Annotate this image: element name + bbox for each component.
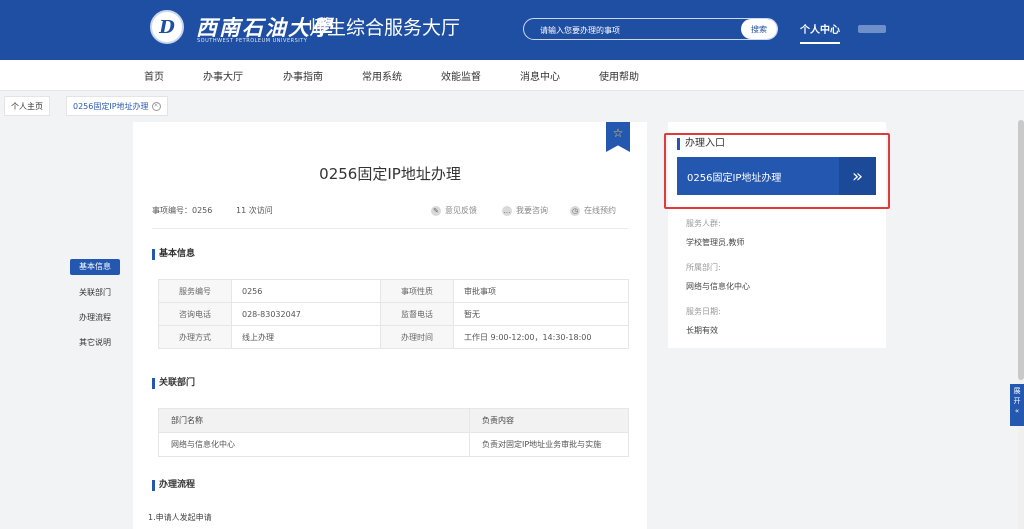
expand-panel-button[interactable]: 展 开 « (1010, 384, 1024, 426)
table-label: 办理方式 (158, 325, 232, 349)
table-header-cell: 负责内容 (469, 408, 629, 433)
university-logo-icon: D (150, 10, 184, 44)
user-name-placeholder[interactable] (858, 25, 886, 33)
side-nav-related-dept[interactable]: 关联部门 (70, 285, 120, 301)
table-label: 办理时间 (380, 325, 454, 349)
table-label: 事项性质 (380, 279, 454, 303)
table-value: 网络与信息化中心 (158, 432, 470, 457)
tab-current-item[interactable]: 0256固定IP地址办理 × (66, 96, 168, 116)
tab-personal-home[interactable]: 个人主页 (4, 96, 50, 116)
close-icon[interactable]: × (151, 102, 161, 111)
service-group-label: 服务人群: (686, 219, 721, 228)
main-nav: 首页 办事大厅 办事指南 常用系统 效能监督 消息中心 使用帮助 (0, 60, 1024, 91)
section-process: 办理流程 (152, 480, 195, 491)
search-input[interactable] (538, 21, 747, 39)
university-english-name: SOUTHWEST PETROLEUM UNIVERSITY (197, 38, 308, 44)
pencil-icon: ✎ (431, 206, 441, 216)
nav-common-systems[interactable]: 常用系统 (362, 68, 402, 83)
nav-message-center[interactable]: 消息中心 (520, 68, 560, 83)
nav-home[interactable]: 首页 (144, 68, 164, 83)
table-value: 工作日 9:00-12:00，14:30-18:00 (453, 325, 629, 349)
section-basic-info: 基本信息 (152, 249, 195, 260)
table-value: 0256 (231, 279, 381, 303)
chat-icon: … (502, 206, 512, 216)
site-title: 师生综合服务大厅 (308, 17, 461, 39)
double-chevron-left-icon: « (1014, 407, 1020, 415)
basic-info-table: 服务编号 0256 事项性质 审批事项 咨询电话 028-83032047 监督… (158, 279, 629, 349)
consult-label: 我要咨询 (516, 206, 548, 215)
dept-value: 网络与信息化中心 (686, 282, 750, 291)
page-title: 0256固定IP地址办理 (319, 165, 461, 183)
table-header-row: 部门名称 负责内容 (158, 408, 629, 433)
highlight-box (664, 133, 890, 209)
table-row: 办理方式 线上办理 办理时间 工作日 9:00-12:00，14:30-18:0… (158, 325, 629, 349)
table-value: 028-83032047 (231, 302, 381, 326)
search-button[interactable]: 搜索 (741, 19, 777, 39)
divider (152, 228, 628, 229)
nav-help[interactable]: 使用帮助 (599, 68, 639, 83)
table-row: 网络与信息化中心 负责对固定IP地址业务审批与实施 (158, 432, 629, 457)
user-center-link[interactable]: 个人中心 (800, 21, 840, 44)
side-nav-other-notes[interactable]: 其它说明 (70, 335, 120, 351)
dept-label: 所属部门: (686, 263, 721, 272)
clock-icon: ◷ (570, 206, 580, 216)
item-code: 事项编号：0256 (152, 206, 213, 215)
table-value: 审批事项 (453, 279, 629, 303)
table-row: 咨询电话 028-83032047 监督电话 暂无 (158, 302, 629, 326)
nav-service-guide[interactable]: 办事指南 (283, 68, 323, 83)
service-group-value: 学校管理员,教师 (686, 238, 745, 247)
appointment-link[interactable]: ◷ 在线预约 (570, 205, 616, 216)
table-label: 咨询电话 (158, 302, 232, 326)
table-row: 服务编号 0256 事项性质 审批事项 (158, 279, 629, 303)
scrollbar-thumb[interactable] (1018, 120, 1024, 380)
appointment-label: 在线预约 (584, 206, 616, 215)
nav-efficiency-supervision[interactable]: 效能监督 (441, 68, 481, 83)
table-value: 负责对固定IP地址业务审批与实施 (469, 432, 629, 457)
table-header-cell: 部门名称 (158, 408, 470, 433)
tab-current-label: 0256固定IP地址办理 (73, 102, 149, 111)
visit-count: 11 次访问 (236, 206, 273, 215)
nav-service-hall[interactable]: 办事大厅 (203, 68, 243, 83)
top-header: D 西南石油大學 SOUTHWEST PETROLEUM UNIVERSITY … (0, 0, 1024, 60)
search-box: 搜索 (523, 18, 778, 40)
table-label: 监督电话 (380, 302, 454, 326)
expand-label: 展 (1013, 387, 1021, 395)
page-tabs: 个人主页 0256固定IP地址办理 × (0, 96, 1024, 118)
consult-link[interactable]: … 我要咨询 (502, 205, 548, 216)
section-related-dept: 关联部门 (152, 378, 195, 389)
table-value: 线上办理 (231, 325, 381, 349)
process-step: 1.申请人发起申请 (148, 513, 212, 522)
table-label: 服务编号 (158, 279, 232, 303)
feedback-link[interactable]: ✎ 意见反馈 (431, 205, 477, 216)
side-nav-process[interactable]: 办理流程 (70, 310, 120, 326)
date-value: 长期有效 (686, 326, 718, 335)
expand-label: 开 (1013, 397, 1021, 405)
side-nav-basic-info[interactable]: 基本信息 (70, 259, 120, 275)
feedback-label: 意见反馈 (445, 206, 477, 215)
table-value: 暂无 (453, 302, 629, 326)
date-label: 服务日期: (686, 307, 721, 316)
related-dept-table: 部门名称 负责内容 网络与信息化中心 负责对固定IP地址业务审批与实施 (158, 408, 629, 457)
